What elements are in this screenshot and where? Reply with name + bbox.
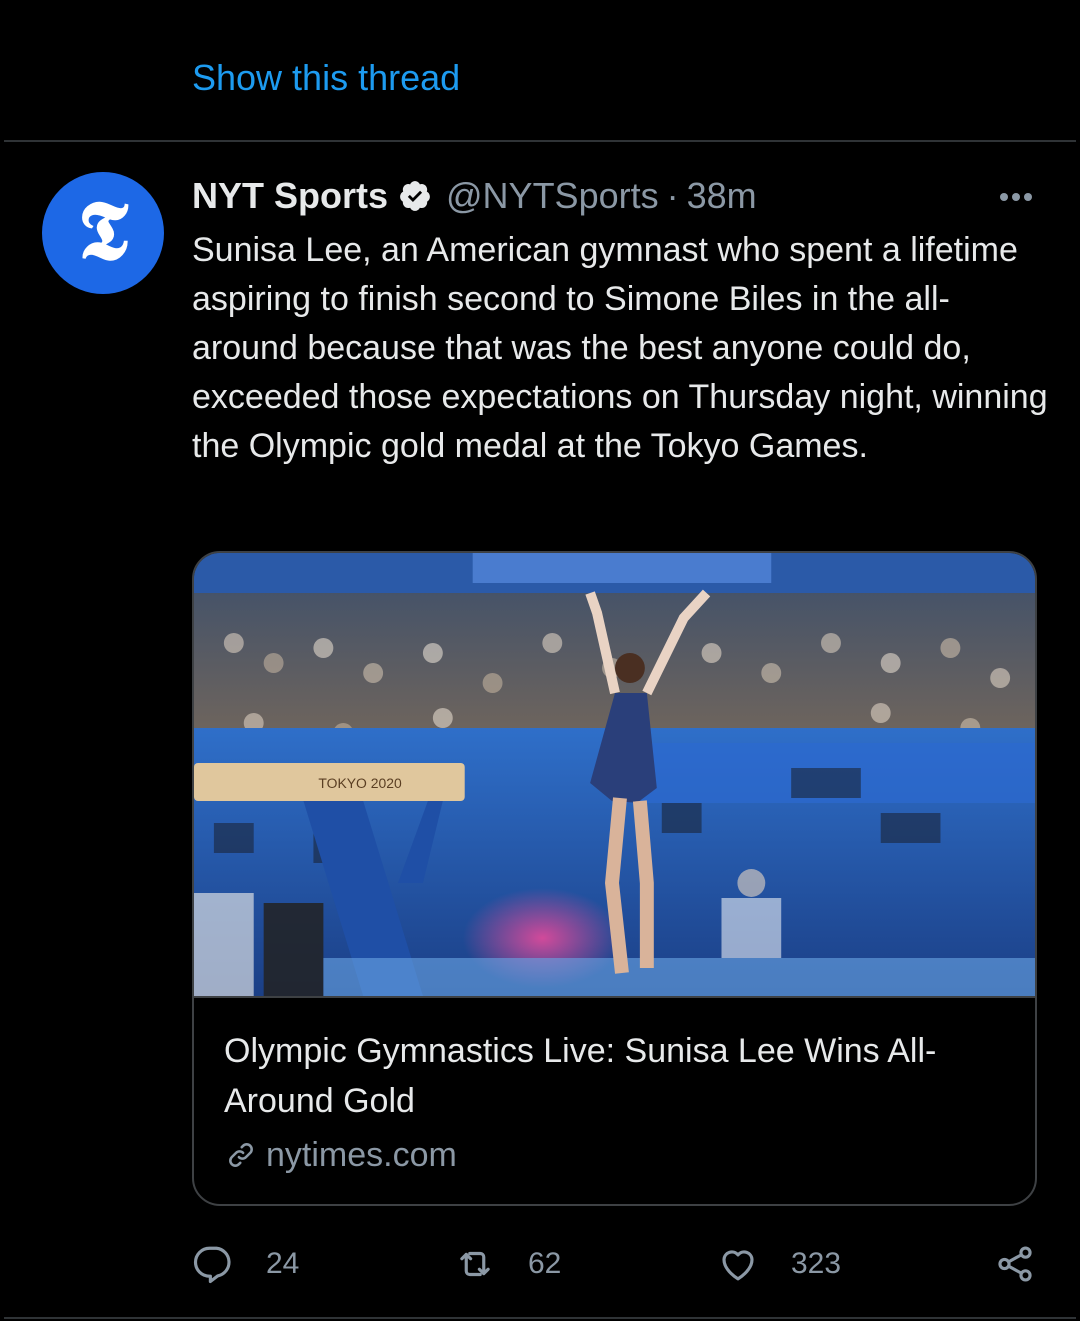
- divider: [4, 140, 1076, 142]
- share-icon: [998, 1246, 1032, 1282]
- card-title: Olympic Gymnastics Live: Sunisa Lee Wins…: [224, 1032, 937, 1120]
- tweet-header: NYT Sports @NYTSports · 38m: [192, 172, 757, 220]
- timestamp[interactable]: 38m: [687, 175, 757, 217]
- tweet-actions: 24 62 323: [192, 1236, 1042, 1292]
- separator-dot: ·: [666, 175, 679, 216]
- like-button[interactable]: 323: [717, 1236, 841, 1292]
- author-handle[interactable]: @NYTSports: [446, 175, 659, 217]
- reply-count: 24: [266, 1247, 300, 1280]
- link-card[interactable]: TOKYO 2020 Olympic Gymnastics Live: Suni…: [192, 551, 1037, 1206]
- reply-icon: [194, 1246, 231, 1284]
- tweet-text: Sunisa Lee, an American gymnast who spen…: [192, 231, 1048, 465]
- reply-button[interactable]: 24: [192, 1236, 299, 1292]
- retweet-icon: [460, 1251, 490, 1277]
- card-image: TOKYO 2020: [194, 553, 1035, 996]
- link-icon: [229, 1143, 253, 1167]
- retweet-button[interactable]: 62: [454, 1236, 561, 1292]
- like-count: 323: [791, 1247, 842, 1280]
- author-name[interactable]: NYT Sports: [192, 175, 388, 217]
- avatar[interactable]: 𝕿: [42, 172, 164, 294]
- card-separator: [194, 996, 1035, 998]
- heart-icon: [722, 1250, 754, 1281]
- divider: [4, 1317, 1076, 1319]
- show-thread-link[interactable]: Show this thread: [192, 56, 460, 100]
- share-button[interactable]: [994, 1236, 1036, 1292]
- more-horizontal-icon[interactable]: [996, 184, 1036, 210]
- card-domain: nytimes.com: [224, 1133, 457, 1177]
- tweet-page: Show this thread 𝕿 NYT Sports @NYTSports…: [0, 0, 1080, 1321]
- card-domain-text: nytimes.com: [266, 1135, 457, 1174]
- verified-badge-icon: [400, 181, 430, 211]
- nyt-logo-icon: 𝕿: [77, 183, 129, 279]
- retweet-count: 62: [528, 1247, 562, 1280]
- beam-label: TOKYO 2020: [318, 775, 402, 791]
